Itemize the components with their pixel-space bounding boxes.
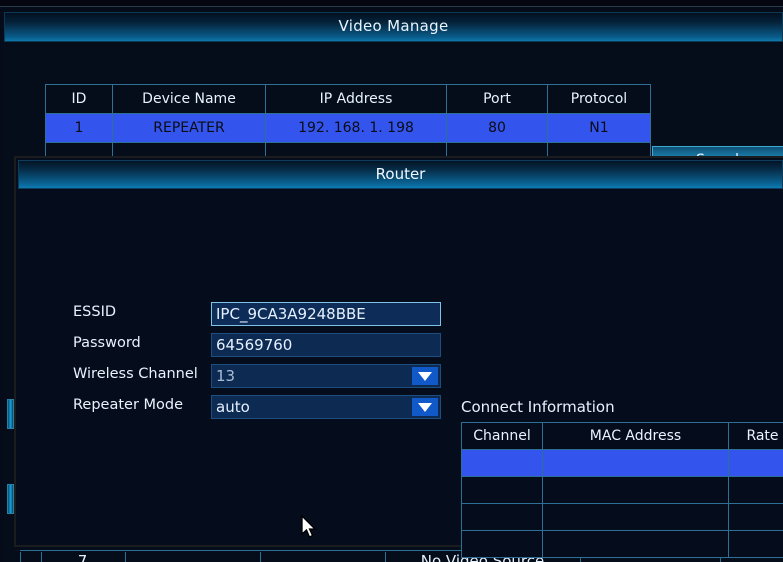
connect-info-header-channel: Channel	[461, 422, 543, 450]
device-cell-device-name: REPEATER	[112, 113, 266, 143]
chevron-down-icon[interactable]	[412, 367, 438, 385]
video-manage-title: Video Manage	[338, 17, 449, 35]
device-header-port: Port	[446, 84, 548, 114]
connect-info-cell-rate	[728, 449, 783, 477]
bottom-cell-device-name	[125, 552, 261, 562]
connect-info-cell-mac-address	[542, 476, 729, 504]
repeater-mode-select[interactable]: auto	[211, 395, 441, 419]
connect-information-table: Channel MAC Address Rate	[461, 422, 783, 558]
device-header-protocol: Protocol	[547, 84, 651, 114]
connect-info-cell-channel	[461, 503, 543, 531]
connect-info-header-mac-address: MAC Address	[542, 422, 729, 450]
table-row[interactable]	[461, 530, 783, 558]
chevron-down-icon[interactable]	[412, 398, 438, 416]
essid-label: ESSID	[73, 304, 117, 320]
connect-info-cell-rate	[728, 530, 783, 558]
table-row[interactable]	[461, 476, 783, 504]
device-cell-port: 80	[446, 113, 548, 143]
repeater-mode-label: Repeater Mode	[73, 397, 184, 413]
router-dialog-title: Router	[375, 165, 426, 183]
connect-info-cell-channel	[461, 449, 543, 477]
left-edge-tab-2[interactable]	[7, 484, 14, 514]
connect-info-cell-channel	[461, 476, 543, 504]
device-cell-protocol: N1	[547, 113, 651, 143]
bottom-cell-marker	[20, 552, 42, 562]
bottom-cell-ip-address	[260, 552, 386, 562]
wireless-channel-label: Wireless Channel	[73, 366, 198, 382]
password-input[interactable]: 64569760	[211, 333, 441, 357]
left-edge-tab-1[interactable]	[7, 399, 14, 429]
connect-info-cell-mac-address	[542, 503, 729, 531]
screen: Video Manage ID Device Name IP Address P…	[0, 0, 783, 562]
device-header-ip-address: IP Address	[265, 84, 447, 114]
bottom-cell-id: 7	[40, 552, 126, 562]
device-cell-ip-address: 192. 168. 1. 198	[265, 113, 447, 143]
connect-information-title: Connect Information	[461, 398, 615, 416]
video-manage-titlebar: Video Manage	[4, 12, 783, 42]
repeater-mode-value: auto	[216, 398, 250, 416]
connect-info-header-row: Channel MAC Address Rate	[461, 422, 783, 450]
password-label: Password	[73, 335, 141, 351]
table-row[interactable]	[461, 503, 783, 531]
connect-info-cell-rate	[728, 503, 783, 531]
device-header-device-name: Device Name	[112, 84, 266, 114]
wireless-channel-select[interactable]: 13	[211, 364, 441, 388]
router-dialog: Router ESSID IPC_9CA3A9248BBE Password 6…	[14, 156, 783, 558]
device-header-id: ID	[45, 84, 113, 114]
router-dialog-body: ESSID IPC_9CA3A9248BBE Password 64569760…	[18, 191, 783, 558]
connect-info-header-rate: Rate	[728, 422, 783, 450]
table-row[interactable]: 1 REPEATER 192. 168. 1. 198 80 N1	[45, 113, 651, 143]
connect-info-cell-mac-address	[542, 530, 729, 558]
wireless-channel-value: 13	[216, 367, 236, 385]
connect-info-cell-channel	[461, 530, 543, 558]
connect-info-cell-mac-address	[542, 449, 729, 477]
device-cell-id: 1	[45, 113, 113, 143]
essid-input[interactable]: IPC_9CA3A9248BBE	[211, 302, 441, 326]
table-row[interactable]	[461, 449, 783, 477]
connect-info-cell-rate	[728, 476, 783, 504]
device-table-header-row: ID Device Name IP Address Port Protocol	[45, 84, 651, 114]
